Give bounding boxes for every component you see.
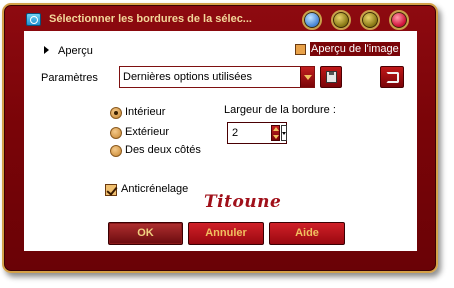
radio-exterieur[interactable]	[110, 127, 122, 139]
reset-icon	[386, 72, 399, 83]
close-button[interactable]	[389, 10, 409, 30]
image-preview-checkbox[interactable]	[295, 44, 306, 55]
spin-dropdown-icon[interactable]	[281, 125, 287, 141]
antialias-label: Anticrénelage	[121, 183, 189, 195]
save-preset-button[interactable]	[320, 66, 342, 88]
help-orb-button[interactable]	[302, 10, 322, 30]
minimize-button[interactable]	[331, 10, 351, 30]
radio-exterieur-label: Extérieur	[125, 126, 170, 138]
title-bar[interactable]: Sélectionner les bordures de la sélec...	[4, 5, 436, 33]
spin-arrows-icon[interactable]	[271, 125, 280, 141]
app-icon	[26, 13, 41, 26]
radio-interieur-label: Intérieur	[125, 106, 166, 118]
dialog-panel: Aperçu Aperçu de l'image Paramètres Dern…	[24, 31, 417, 251]
preset-dropdown[interactable]: Dernières options utilisées	[119, 66, 315, 88]
window-title: Sélectionner les bordures de la sélec...	[49, 13, 252, 25]
border-width-label: Largeur de la bordure :	[224, 104, 336, 116]
border-width-spinner[interactable]: 2	[227, 122, 287, 144]
chevron-down-icon[interactable]	[300, 67, 314, 87]
preview-label: Aperçu	[58, 45, 93, 57]
radio-des-deux-cotes-label: Des deux côtés	[125, 144, 201, 156]
help-button[interactable]: Aide	[269, 222, 345, 245]
expand-triangle-icon	[44, 46, 49, 54]
params-label: Paramètres	[41, 72, 98, 84]
maximize-button[interactable]	[360, 10, 380, 30]
border-width-value: 2	[232, 127, 239, 139]
dialog-window: Sélectionner les bordures de la sélec...…	[2, 3, 438, 273]
preset-value: Dernières options utilisées	[123, 71, 253, 83]
image-preview-label: Aperçu de l'image	[310, 42, 400, 56]
signature-watermark: Titoune	[204, 192, 282, 212]
radio-des-deux-cotes[interactable]	[110, 145, 122, 157]
antialias-checkbox[interactable]	[105, 184, 117, 196]
cancel-button[interactable]: Annuler	[188, 222, 264, 245]
floppy-disk-icon	[326, 71, 337, 83]
radio-interieur[interactable]	[110, 107, 122, 119]
reset-button[interactable]	[380, 66, 404, 88]
ok-button[interactable]: OK	[108, 222, 183, 245]
screen-background: Sélectionner les bordures de la sélec...…	[0, 0, 454, 288]
